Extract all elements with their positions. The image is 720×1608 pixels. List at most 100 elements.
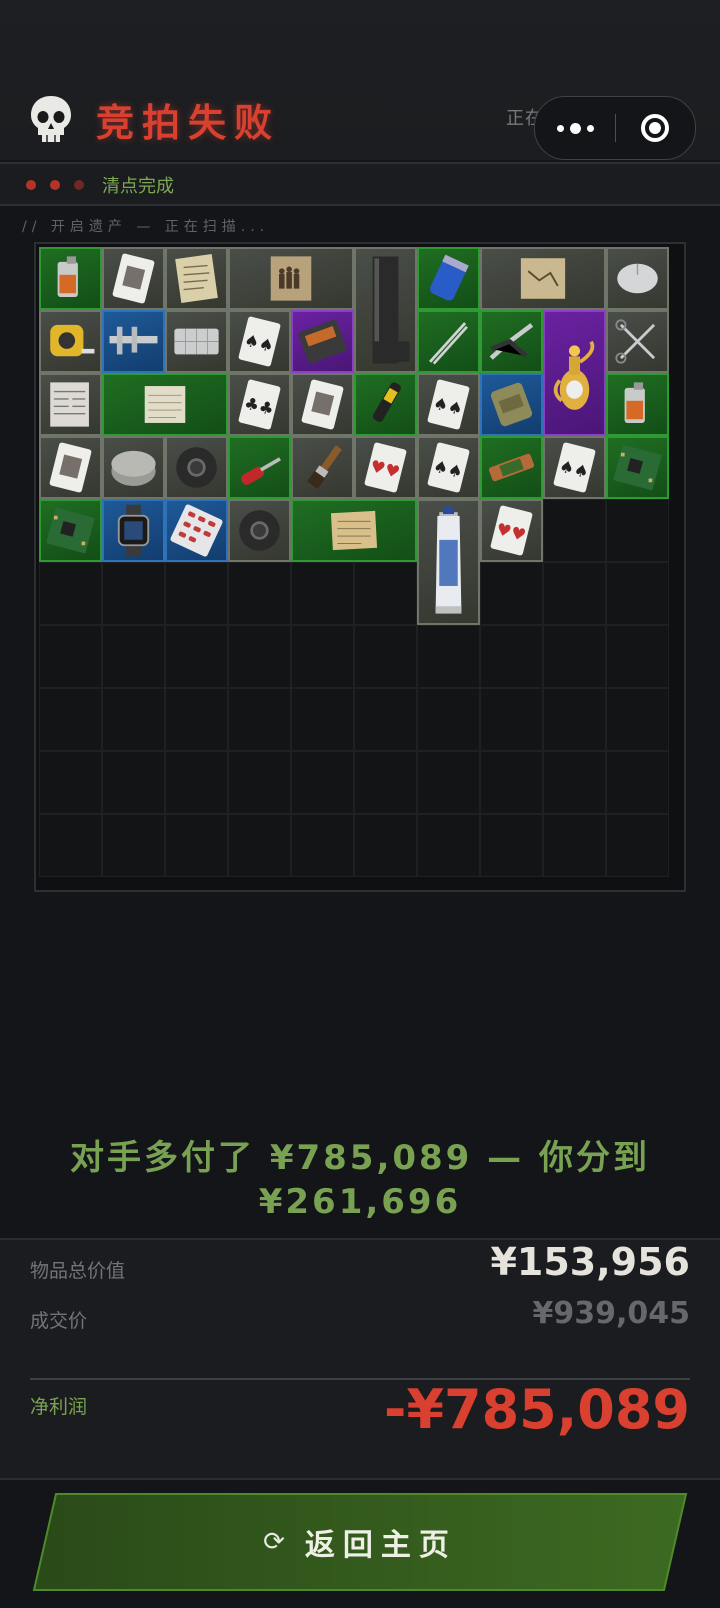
energy-bar-icon bbox=[488, 453, 535, 482]
computer-mouse-icon bbox=[617, 263, 658, 294]
inventory-item-lighter[interactable] bbox=[39, 247, 102, 310]
old-documents-icon bbox=[330, 510, 378, 551]
bandage-roll-icon bbox=[111, 450, 156, 486]
inventory-item-bandage-roll[interactable] bbox=[102, 436, 165, 499]
inventory-item-black-bar[interactable] bbox=[354, 247, 417, 373]
grid-cell bbox=[606, 688, 669, 751]
playing-card-hearts-icon: ♥♥ bbox=[490, 505, 533, 556]
inventory-item-cassette-tape[interactable] bbox=[291, 310, 354, 373]
net-profit-label: 净利润 bbox=[30, 1396, 88, 1418]
inventory-item-playing-card-portrait[interactable] bbox=[102, 247, 165, 310]
summary-panel: 物品总价值 ¥153,956 成交价 ¥939,045 净利润 -¥785,08… bbox=[0, 1238, 720, 1480]
playing-card-portrait-icon bbox=[301, 379, 344, 430]
inventory-item-pill-organizer[interactable] bbox=[165, 310, 228, 373]
grid-cell bbox=[165, 751, 228, 814]
grid-cell bbox=[102, 625, 165, 688]
grid-cell bbox=[480, 625, 543, 688]
inventory-item-playing-card-spades[interactable]: ♠♠ bbox=[543, 436, 606, 499]
more-button[interactable] bbox=[535, 97, 615, 159]
pill-organizer-icon bbox=[174, 328, 219, 355]
inventory-item-golden-teapot[interactable] bbox=[543, 310, 606, 436]
smart-watch-icon bbox=[117, 504, 150, 557]
more-dots-icon bbox=[554, 122, 597, 134]
inventory-item-circuit-board[interactable] bbox=[39, 499, 102, 562]
inventory-item-lighter[interactable] bbox=[606, 373, 669, 436]
inventory-item-duct-tape[interactable] bbox=[165, 436, 228, 499]
close-button[interactable] bbox=[616, 97, 694, 159]
grid-cell bbox=[606, 625, 669, 688]
inventory-item-playing-card-clubs[interactable]: ♣♣ bbox=[228, 373, 291, 436]
playing-card-portrait-icon bbox=[49, 442, 92, 493]
grid-cell bbox=[354, 562, 417, 625]
grid-cell bbox=[102, 562, 165, 625]
inventory-item-capacitor[interactable] bbox=[417, 247, 480, 310]
return-home-button[interactable]: ⟳ 返回主页 bbox=[32, 1492, 688, 1592]
grid-cell bbox=[480, 814, 543, 877]
circuit-board-icon bbox=[613, 444, 662, 491]
inventory-item-multimeter-pen[interactable] bbox=[354, 373, 417, 436]
grid-cell bbox=[291, 688, 354, 751]
multimeter-pen-icon bbox=[372, 382, 401, 422]
status-dot bbox=[26, 180, 36, 190]
page-title: 竞拍失败 bbox=[96, 101, 281, 145]
inventory-item-newspaper[interactable] bbox=[39, 373, 102, 436]
grid-cell bbox=[417, 625, 480, 688]
inventory-item-playing-card-spades[interactable]: ♠♠ bbox=[417, 436, 480, 499]
inventory-item-old-documents[interactable] bbox=[291, 499, 417, 562]
grid-cell bbox=[480, 562, 543, 625]
inventory-item-tweezers[interactable] bbox=[417, 310, 480, 373]
grid-cell bbox=[354, 751, 417, 814]
inventory-item-ration-pack[interactable] bbox=[480, 373, 543, 436]
inventory-item-old-photograph[interactable] bbox=[228, 247, 354, 310]
playing-card-portrait-icon bbox=[112, 253, 155, 304]
inventory-item-pill-blister[interactable] bbox=[165, 499, 228, 562]
treasure-map-icon bbox=[520, 258, 566, 299]
grid-cell bbox=[543, 688, 606, 751]
grid-cell bbox=[39, 625, 102, 688]
inventory-item-treasure-map[interactable] bbox=[480, 247, 606, 310]
grid-cell bbox=[228, 625, 291, 688]
inventory-item-tape-measure[interactable] bbox=[39, 310, 102, 373]
inventory-item-smart-watch[interactable] bbox=[102, 499, 165, 562]
old-photograph-icon bbox=[270, 256, 312, 301]
golden-teapot-icon bbox=[553, 340, 595, 410]
lighter-icon bbox=[57, 256, 78, 297]
grid-cell bbox=[606, 814, 669, 877]
inventory-item-computer-mouse[interactable] bbox=[606, 247, 669, 310]
capacitor-icon bbox=[430, 254, 469, 301]
inventory-item-playing-card-portrait[interactable] bbox=[291, 373, 354, 436]
duct-tape-icon bbox=[239, 510, 280, 551]
inventory-item-playing-card-spades[interactable]: ♠♠ bbox=[228, 310, 291, 373]
inventory-item-playing-card-spades[interactable]: ♠♠ bbox=[417, 373, 480, 436]
status-label: 清点完成 bbox=[102, 176, 174, 197]
total-value: ¥153,956 bbox=[490, 1240, 690, 1284]
inventory-item-toothpaste[interactable] bbox=[417, 499, 480, 625]
grid-cell bbox=[480, 688, 543, 751]
pill-blister-icon bbox=[170, 504, 223, 557]
inventory-item-playing-card-portrait[interactable] bbox=[39, 436, 102, 499]
inventory-item-vernier-caliper[interactable] bbox=[102, 310, 165, 373]
newspaper-icon bbox=[50, 382, 89, 427]
grid-cell bbox=[543, 499, 606, 562]
inventory-item-circuit-board[interactable] bbox=[606, 436, 669, 499]
inventory-item-screwdriver[interactable] bbox=[228, 436, 291, 499]
inventory-item-playing-card-hearts[interactable]: ♥♥ bbox=[480, 499, 543, 562]
grid-cell bbox=[228, 688, 291, 751]
miniprogram-close-icon bbox=[641, 114, 669, 142]
tweezers-icon bbox=[429, 322, 468, 365]
inventory-item-paint-brush[interactable] bbox=[291, 436, 354, 499]
inventory-item-pliers[interactable] bbox=[480, 310, 543, 373]
inventory-item-playing-card-hearts[interactable]: ♥♥ bbox=[354, 436, 417, 499]
inventory-item-scissors[interactable] bbox=[606, 310, 669, 373]
inventory-item-old-scroll[interactable] bbox=[102, 373, 228, 436]
vernier-caliper-icon bbox=[109, 326, 158, 355]
grid-cell bbox=[39, 751, 102, 814]
cassette-tape-icon bbox=[298, 319, 347, 364]
return-home-label: 返回主页 bbox=[304, 1528, 457, 1563]
paint-brush-icon bbox=[307, 445, 342, 489]
inventory-item-old-letter[interactable] bbox=[165, 247, 228, 310]
grid-cell bbox=[354, 625, 417, 688]
inventory-item-duct-tape[interactable] bbox=[228, 499, 291, 562]
inventory-item-energy-bar[interactable] bbox=[480, 436, 543, 499]
grid-cell bbox=[228, 814, 291, 877]
